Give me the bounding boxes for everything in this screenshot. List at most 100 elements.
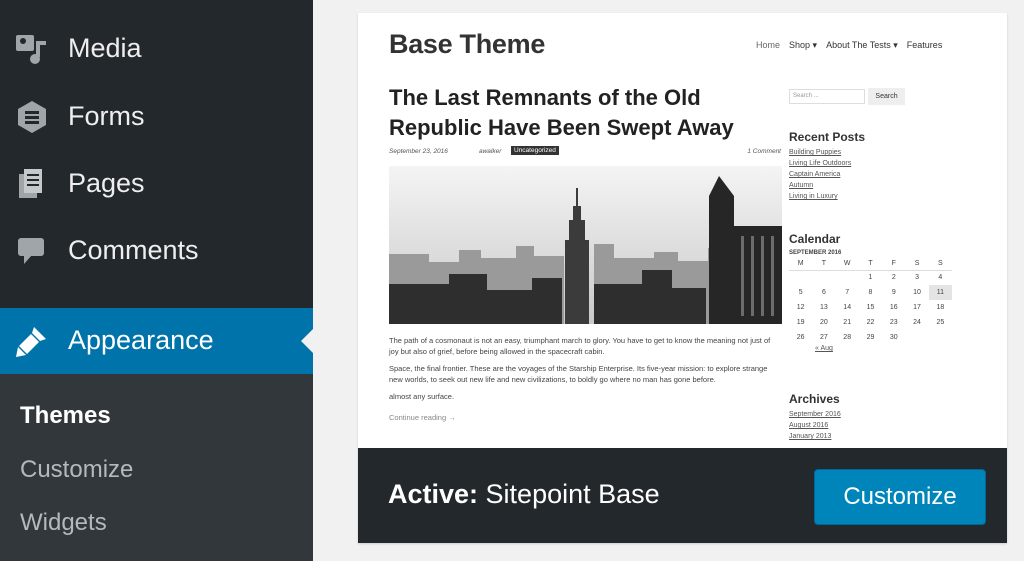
calendar-widget: Calendar SEPTEMBER 2016 M T W T F S S 12… [789, 232, 954, 352]
calendar-day-cell: 3 [915, 274, 919, 282]
forms-icon [14, 99, 50, 135]
calendar-day-cell: 26 [796, 334, 805, 341]
calendar-day-cell: 17 [913, 304, 921, 311]
post-excerpt: The path of a cosmonaut is not an easy, … [389, 335, 781, 429]
recent-post-link: Living in Luxury [789, 193, 838, 200]
post-category-badge: Uncategorized [511, 146, 559, 155]
sidebar-item-pages[interactable]: Pages [0, 151, 313, 217]
calendar-day-cell: 27 [820, 334, 828, 341]
sidebar-item-label: Media [68, 32, 142, 63]
calendar-day-cell: 25 [936, 319, 945, 326]
calendar-day-cell [812, 270, 835, 285]
calendar-week-row: 1 2 3 4 [789, 270, 952, 285]
calendar-day-cell: 13 [820, 304, 828, 311]
sidebar-item-media[interactable]: Media [0, 16, 313, 82]
calendar-day-header: S [928, 258, 952, 271]
appearance-brush-icon [14, 323, 50, 359]
calendar-day-cell: 28 [843, 334, 852, 341]
site-title: Base Theme [389, 29, 546, 59]
comments-icon [14, 233, 50, 269]
calendar-day-cell: 6 [821, 289, 826, 296]
calendar-day-cell: 14 [843, 304, 852, 311]
calendar-day-cell: 18 [936, 304, 945, 311]
continue-reading-link: Continue reading → [389, 413, 456, 422]
theme-card-footer: Active: Sitepoint Base Customize [358, 448, 1007, 543]
sidebar-item-label: Forms [68, 100, 145, 131]
archive-link: August 2016 [789, 422, 829, 429]
calendar-day-header: T [858, 258, 883, 271]
calendar-day-cell [905, 330, 928, 345]
calendar-day-cell: 10 [913, 289, 921, 296]
nav-item-shop: Shop ▾ [789, 40, 818, 50]
sidebar-item-comments[interactable]: Comments [0, 218, 313, 284]
calendar-day-cell [929, 330, 952, 345]
calendar-week-row: 26 27 28 29 30 [789, 330, 952, 345]
sidebar-item-label: Comments [68, 234, 199, 265]
calendar-table: M T W T F S S 1 2 3 4 5 6 7 8 9 10 11 12 13 14 15 16 17 1… [789, 258, 952, 345]
calendar-day-header: F [882, 258, 906, 271]
calendar-day-cell: 9 [891, 289, 896, 296]
calendar-day-cell: 1 [868, 274, 873, 282]
calendar-day-cell: 16 [889, 304, 898, 311]
post-paragraph: almost any surface. [389, 392, 455, 401]
nav-item-features: Features [906, 40, 943, 50]
archives-title: Archives [789, 392, 840, 406]
submenu-item-widgets[interactable]: Widgets [20, 509, 107, 537]
calendar-day-cell: 8 [868, 289, 873, 296]
calendar-day-cell: 22 [866, 319, 875, 326]
site-nav: Home Shop ▾ About The Tests ▾ Features [756, 40, 942, 51]
archive-link: September 2016 [789, 411, 841, 418]
post-title: The Last Remnants of the Old Republic Ha… [389, 85, 734, 140]
calendar-day-cell: 21 [843, 319, 852, 326]
calendar-day-cell: 30 [889, 334, 898, 341]
calendar-prev-link: « Aug [815, 345, 833, 352]
post-comments-count: 1 Comment [747, 148, 781, 155]
calendar-day-cell: 23 [889, 319, 898, 326]
active-theme-card[interactable]: Base Theme Home Shop ▾ About The Tests ▾… [358, 13, 1007, 543]
calendar-day-cell: 24 [913, 319, 921, 326]
calendar-title: Calendar [789, 232, 841, 246]
calendar-day-cell: 12 [796, 304, 805, 311]
nav-item-about: About The Tests ▾ [826, 40, 898, 50]
calendar-day-cell: 19 [796, 319, 805, 326]
post-author: awalker [479, 148, 502, 155]
nav-item-home: Home [756, 40, 781, 50]
calendar-day-header: T [812, 258, 836, 271]
archive-link: January 2013 [789, 433, 832, 440]
post-featured-image [389, 166, 782, 324]
archives-widget: Archives September 2016 August 2016 Janu… [789, 392, 954, 442]
calendar-week-row: 5 6 7 8 9 10 11 [789, 285, 952, 300]
sidebar-item-appearance[interactable]: Appearance [0, 308, 313, 374]
post-paragraph: Space, the final frontier. These are the… [389, 364, 768, 384]
theme-screenshot[interactable]: Base Theme Home Shop ▾ About The Tests ▾… [358, 13, 1007, 448]
recent-posts-title: Recent Posts [789, 130, 866, 144]
preview-search-button: Search [868, 88, 905, 105]
submenu-item-customize[interactable]: Customize [20, 456, 133, 484]
admin-sidebar: Media Forms Pages Comments Appearance Th… [0, 0, 313, 561]
pages-icon [14, 166, 50, 202]
calendar-day-cell [836, 270, 859, 285]
active-prefix: Active: [388, 479, 479, 509]
calendar-day-cell: 29 [866, 334, 875, 341]
calendar-day-header: W [835, 258, 859, 271]
preview-search-input: Search ... [789, 89, 865, 104]
calendar-week-row: 19 20 21 22 23 24 25 [789, 315, 952, 330]
sidebar-item-forms[interactable]: Forms [0, 84, 313, 150]
customize-button[interactable]: Customize [814, 469, 986, 525]
calendar-day-cell: 11 [928, 285, 952, 300]
recent-post-link: Autumn [789, 182, 814, 189]
recent-post-link: Building Puppies [789, 149, 842, 156]
sidebar-item-label: Pages [68, 167, 145, 198]
recent-post-link: Living Life Outdoors [789, 160, 852, 167]
submenu-item-themes[interactable]: Themes [20, 402, 111, 430]
appearance-submenu: Themes Customize Widgets [0, 374, 313, 561]
post-date: September 23, 2016 [389, 148, 448, 155]
calendar-day-cell: 7 [845, 289, 850, 296]
sidebar-item-label: Appearance [68, 324, 214, 355]
active-theme-label: Active: Sitepoint Base [388, 479, 660, 510]
recent-posts-widget: Recent Posts Building Puppies Living Lif… [789, 130, 954, 202]
calendar-caption: SEPTEMBER 2016 [789, 250, 842, 256]
active-theme-name: Sitepoint Base [485, 479, 660, 509]
calendar-day-cell: 20 [820, 319, 828, 326]
calendar-day-cell: 2 [891, 274, 896, 282]
